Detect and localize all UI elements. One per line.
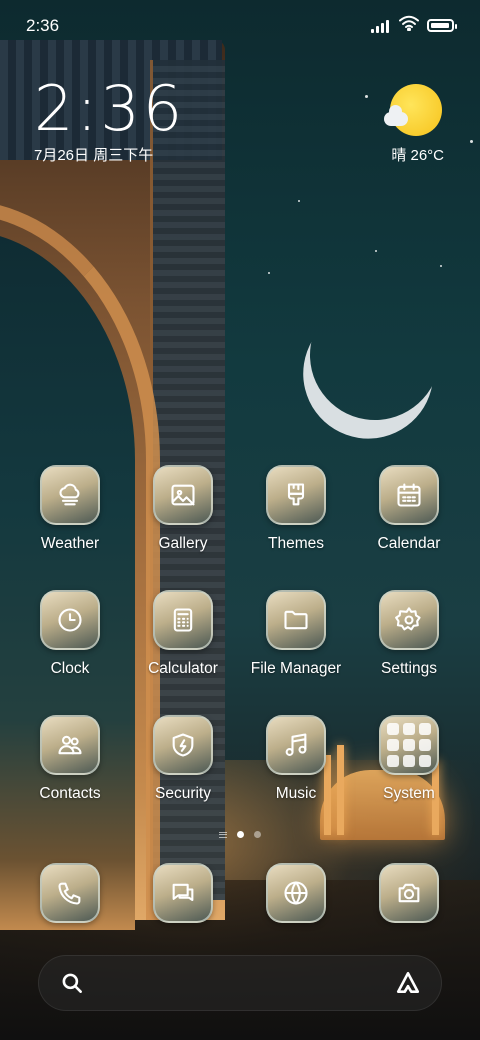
themes-brush-icon [266, 465, 326, 525]
widget-time: 2:36 [34, 72, 186, 145]
calendar-icon [379, 465, 439, 525]
battery-level [431, 23, 449, 28]
phone-icon [40, 863, 100, 923]
page-dot-active[interactable] [237, 831, 244, 838]
weather-widget[interactable]: 晴 26°C [354, 82, 444, 172]
widget-date: 7月26日 周三下午 [34, 147, 154, 164]
dock-phone[interactable] [15, 863, 125, 923]
cloud-icon [384, 105, 408, 126]
status-bar: 2:36 [0, 0, 480, 50]
clock-icon [40, 590, 100, 650]
messages-icon [153, 863, 213, 923]
app-label: Weather [40, 535, 100, 552]
page-dot[interactable] [254, 831, 261, 838]
app-calculator[interactable]: Calculator [128, 590, 238, 678]
cellular-signal-icon [371, 19, 391, 33]
assistant-icon[interactable] [395, 970, 421, 996]
wallpaper-arch-trim [0, 200, 160, 920]
wifi-icon [399, 15, 419, 36]
camera-icon [379, 863, 439, 923]
star [268, 272, 270, 274]
app-weather[interactable]: Weather [15, 465, 125, 553]
star [375, 250, 377, 252]
app-label: File Manager [250, 660, 342, 677]
app-folder-system[interactable]: System [354, 715, 464, 803]
page-indicator[interactable] [0, 831, 480, 838]
shield-icon [153, 715, 213, 775]
contacts-icon [40, 715, 100, 775]
app-settings[interactable]: Settings [354, 590, 464, 678]
app-contacts[interactable]: Contacts [15, 715, 125, 803]
gallery-icon [153, 465, 213, 525]
search-icon[interactable] [59, 970, 85, 996]
dock-camera[interactable] [354, 863, 464, 923]
app-label: Contacts [39, 785, 101, 802]
app-label: Gallery [158, 535, 208, 552]
status-time: 2:36 [26, 16, 60, 35]
app-calendar[interactable]: Calendar [354, 465, 464, 553]
clock-widget[interactable]: 2:36 7月26日 周三下午 [34, 74, 185, 165]
star [470, 140, 473, 143]
gear-icon [379, 590, 439, 650]
star [440, 265, 442, 267]
browser-globe-icon [266, 863, 326, 923]
app-clock[interactable]: Clock [15, 590, 125, 678]
app-label: Music [275, 785, 317, 802]
app-label: Security [155, 785, 211, 802]
status-icons [371, 15, 457, 36]
weather-condition-temp: 晴 26°C [391, 147, 444, 164]
app-gallery[interactable]: Gallery [128, 465, 238, 553]
folder-icon [266, 590, 326, 650]
app-music[interactable]: Music [241, 715, 351, 803]
home-screen: 2:36 2:36 7月26日 周三下午 晴 26°C Weather Gall… [0, 0, 480, 1040]
app-themes[interactable]: Themes [241, 465, 351, 553]
wallpaper-arch-opening [0, 230, 135, 930]
app-security[interactable]: Security [128, 715, 238, 803]
weather-app-icon [40, 465, 100, 525]
music-note-icon [266, 715, 326, 775]
app-label: Themes [268, 535, 324, 552]
app-folder-icon [379, 715, 439, 775]
app-label: Calculator [148, 660, 218, 677]
app-label: System [383, 785, 435, 802]
dock-browser[interactable] [241, 863, 351, 923]
calculator-icon [153, 590, 213, 650]
search-bar[interactable] [38, 955, 442, 1011]
crescent-moon [289, 269, 462, 442]
app-file-manager[interactable]: File Manager [241, 590, 351, 678]
app-label: Settings [380, 660, 437, 677]
app-label: Clock [50, 660, 90, 677]
dock-messages[interactable] [128, 863, 238, 923]
battery-icon [427, 19, 457, 32]
app-label: Calendar [377, 535, 441, 552]
star [298, 200, 300, 202]
page-list-icon[interactable] [219, 831, 227, 838]
